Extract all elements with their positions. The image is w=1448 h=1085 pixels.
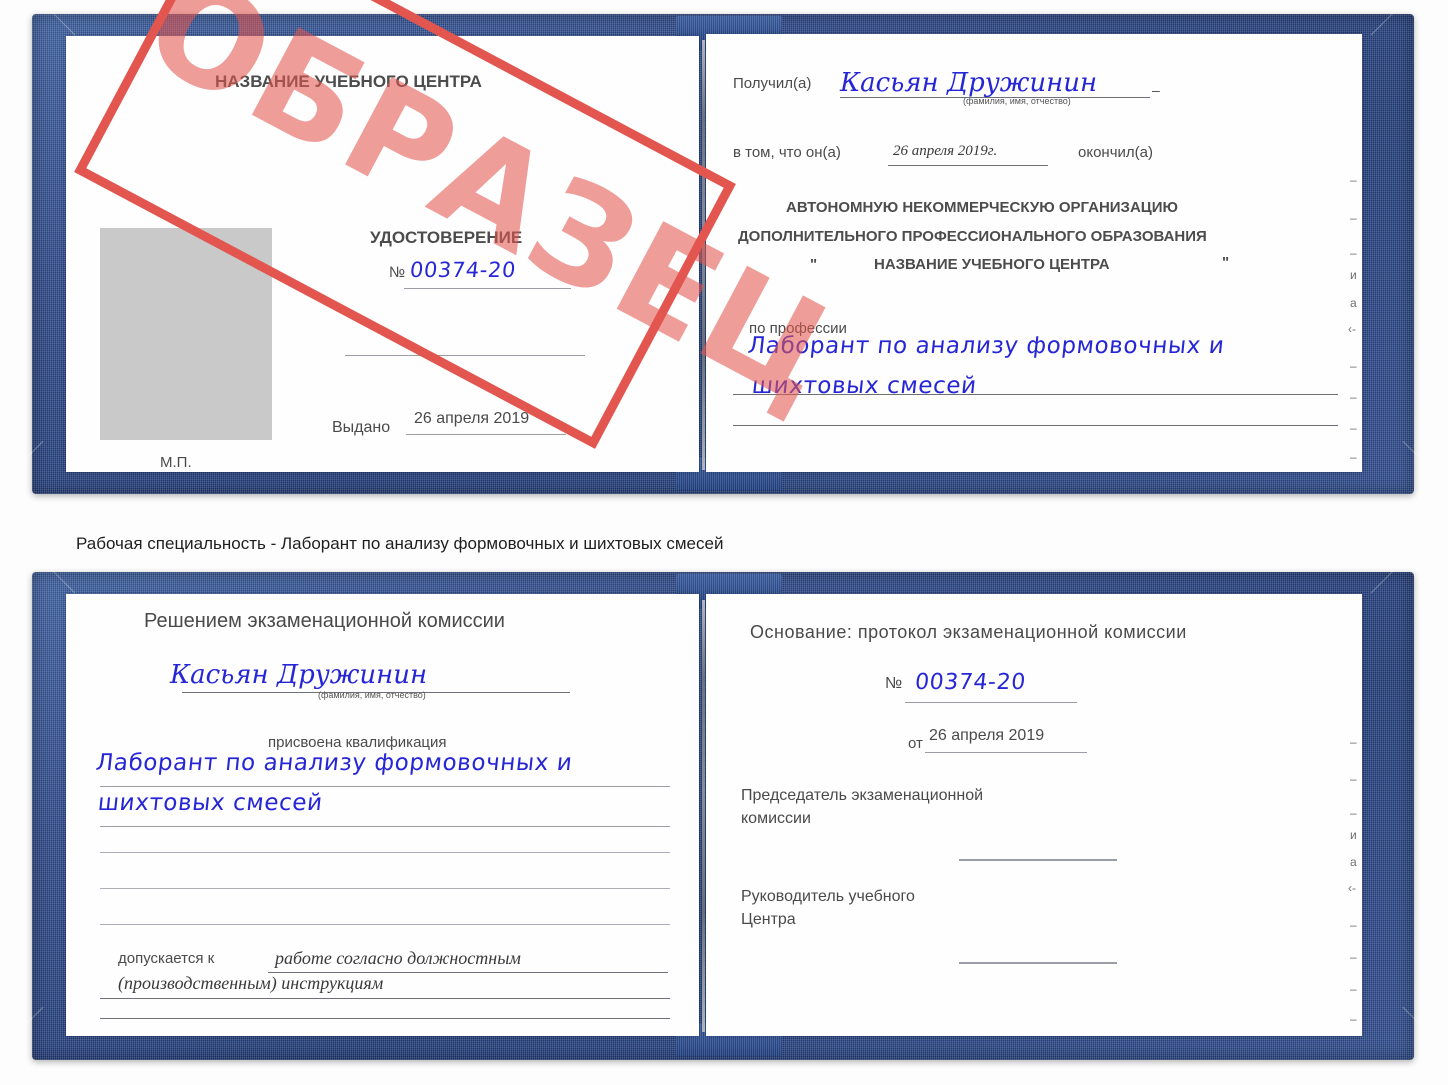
top-right-received-label: Получил(а) — [733, 75, 812, 92]
bottom-right-number-value: 00374-20 — [913, 670, 1028, 695]
bottom-margin-mark-5: а — [1350, 855, 1357, 869]
top-margin-mark-6: ‹- — [1348, 322, 1356, 336]
top-margin-mark-1: – — [1350, 173, 1357, 187]
bottom-margin-mark-4: и — [1350, 828, 1357, 842]
top-margin-mark-3: – — [1350, 246, 1357, 260]
bottom-right-basis-label: Основание: протокол экзаменационной коми… — [750, 622, 1187, 642]
certificate-sample-page: НАЗВАНИЕ УЧЕБНОГО ЦЕНТРА УДОСТОВЕРЕНИЕ №… — [0, 0, 1448, 1085]
certificate-bottom-spine — [702, 600, 705, 1032]
bottom-left-blank-rule-2 — [100, 888, 670, 889]
bottom-left-qualification-label: присвоена квалификация — [268, 734, 447, 751]
top-margin-mark-5: а — [1350, 296, 1357, 310]
bottom-right-chairman-sign-rule — [959, 859, 1117, 861]
bottom-left-admitted-rule-2 — [100, 998, 670, 999]
top-left-number-value: 00374-20 — [408, 258, 518, 282]
top-margin-mark-2: – — [1350, 211, 1357, 225]
bottom-left-qual-rule-2 — [100, 826, 670, 827]
bottom-margin-mark-6: ‹- — [1348, 881, 1356, 895]
top-left-number-label: № — [389, 264, 406, 281]
top-right-prof-rule-1 — [733, 394, 1338, 395]
bottom-right-head-line1: Руководитель учебного — [741, 888, 915, 905]
bottom-right-number-rule — [905, 702, 1077, 703]
top-right-profession-line1: Лаборант по анализу формовочных и — [746, 333, 1226, 359]
top-right-quote-close: " — [1222, 254, 1230, 271]
photo-placeholder — [100, 228, 272, 440]
bottom-left-blank-rule-3 — [100, 924, 670, 925]
top-right-that-he-value: 26 апреля 2019г. — [893, 143, 998, 159]
bottom-left-fio-hint: (фамилия, имя, отчество) — [318, 690, 426, 700]
bottom-right-head-line2: Центра — [741, 911, 796, 928]
top-margin-mark-7: – — [1350, 359, 1357, 373]
top-margin-mark-4: и — [1350, 268, 1357, 282]
top-right-finished-label: окончил(а) — [1078, 144, 1153, 161]
bottom-right-date-rule — [925, 752, 1087, 753]
bottom-left-commission-title: Решением экзаменационной комиссии — [144, 610, 505, 632]
bottom-right-head-sign-rule — [959, 962, 1117, 964]
bottom-left-admitted-rule-3 — [100, 1018, 670, 1019]
bottom-left-admitted-label: допускается к — [118, 950, 215, 967]
bottom-margin-mark-3: – — [1350, 806, 1357, 820]
top-right-received-value: Касьян Дружинин — [840, 68, 1098, 98]
cover-fold-bottom-right-2 — [1372, 1006, 1435, 1070]
top-right-org-line2: ДОПОЛНИТЕЛЬНОГО ПРОФЕССИОНАЛЬНОГО ОБРАЗО… — [738, 228, 1207, 245]
bottom-margin-mark-7: – — [1350, 918, 1357, 932]
cover-fold-top-right-2 — [1370, 561, 1434, 624]
bottom-left-blank-rule-1 — [100, 852, 670, 853]
bottom-left-qual-rule-1 — [100, 786, 670, 787]
top-right-org-line1: АВТОНОМНУЮ НЕКОММЕРЧЕСКУЮ ОРГАНИЗАЦИЮ — [786, 199, 1178, 216]
bottom-margin-mark-9: – — [1350, 982, 1357, 996]
bottom-right-chairman-line1: Председатель экзаменационной — [741, 787, 984, 804]
certificate-top-spine — [702, 40, 705, 470]
top-left-seal-label: М.П. — [160, 454, 192, 471]
bottom-left-name-value: Касьян Дружинин — [170, 660, 428, 690]
cover-fold-bottom-left-2 — [11, 1006, 74, 1070]
top-right-prof-rule-2 — [733, 425, 1338, 426]
top-right-profession-line2: шихтовых смесей — [750, 373, 978, 399]
top-margin-mark-9: – — [1350, 421, 1357, 435]
bottom-right-date-value: 26 апреля 2019 — [929, 727, 1045, 744]
top-right-quote-open: " — [810, 256, 818, 273]
bottom-left-admitted-value-2: (производственным) инструкциям — [118, 973, 384, 993]
top-right-fio-hint: (фамилия, имя, отчество) — [963, 96, 1071, 106]
cover-fold-top-right — [1370, 3, 1434, 66]
bottom-right-date-label: от — [908, 735, 923, 752]
bottom-left-admitted-value-1: работе согласно должностным — [275, 948, 521, 968]
top-right-date-rule — [888, 165, 1048, 166]
bottom-right-number-label: № — [885, 675, 903, 692]
cover-fold-bottom-left — [11, 440, 74, 504]
bottom-margin-mark-1: – — [1350, 735, 1357, 749]
top-margin-mark-8: – — [1350, 390, 1357, 404]
top-right-that-he-label: в том, что он(а) — [733, 144, 841, 161]
top-left-number-rule — [404, 288, 571, 289]
top-left-doc-type: УДОСТОВЕРЕНИЕ — [370, 228, 523, 247]
bottom-left-qualification-line2: шихтовых смесей — [96, 790, 324, 816]
top-left-org-title: НАЗВАНИЕ УЧЕБНОГО ЦЕНТРА — [215, 72, 482, 91]
top-margin-mark-10: – — [1350, 450, 1357, 464]
bottom-margin-mark-2: – — [1350, 772, 1357, 786]
bottom-margin-mark-10: – — [1350, 1012, 1357, 1026]
top-left-issued-value: 26 апреля 2019 — [414, 410, 530, 427]
cover-fold-bottom-right — [1372, 440, 1435, 504]
bottom-left-qualification-line1: Лаборант по анализу формовочных и — [94, 750, 574, 776]
top-right-org-line3: НАЗВАНИЕ УЧЕБНОГО ЦЕНТРА — [874, 256, 1110, 273]
top-left-issued-rule — [406, 434, 566, 435]
top-left-issued-label: Выдано — [332, 419, 391, 436]
page-caption: Рабочая специальность - Лаборант по анал… — [76, 534, 724, 553]
top-left-blank-rule-1 — [345, 355, 585, 356]
top-right-dash-1: – — [1152, 82, 1160, 98]
bottom-right-chairman-line2: комиссии — [741, 810, 811, 827]
bottom-margin-mark-8: – — [1350, 950, 1357, 964]
